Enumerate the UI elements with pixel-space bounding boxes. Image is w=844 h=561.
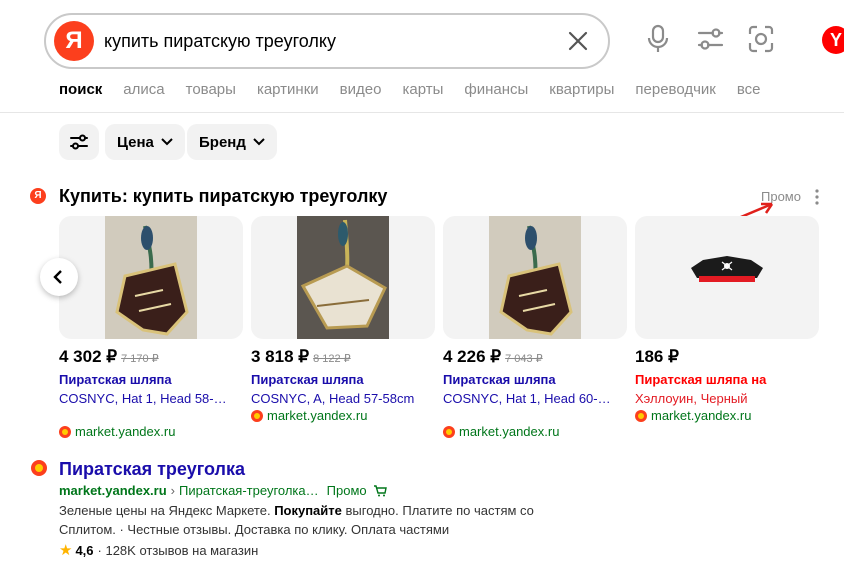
chevron-down-icon [161, 138, 173, 146]
product-image[interactable] [443, 216, 627, 339]
tab-video[interactable]: видео [340, 81, 382, 98]
close-icon[interactable] [566, 29, 590, 53]
result-path[interactable]: Пиратская-треуголка… [179, 483, 319, 498]
black-hat-photo [691, 256, 763, 282]
yandex-logo[interactable]: Я [54, 21, 94, 61]
market-icon [443, 425, 455, 438]
price: 4 302 ₽7 170 ₽ [59, 347, 159, 367]
product-image[interactable] [59, 216, 243, 339]
old-price: 8 122 ₽ [313, 353, 351, 365]
settings-sliders-icon[interactable] [696, 24, 724, 54]
product-title[interactable]: Пиратская шляпа [59, 372, 172, 387]
tab-maps[interactable]: карты [402, 81, 443, 98]
shop-rating[interactable]: ★ 4,6 · 128K отзывов на магазин [59, 541, 258, 559]
product-description[interactable]: COSNYC, Hat 1, Head 60-… [443, 390, 627, 407]
result-title-link[interactable]: Пиратская треуголка [59, 459, 245, 480]
chevron-down-icon [253, 138, 265, 146]
old-price: 7 043 ₽ [505, 353, 543, 365]
current-price: 4 302 ₽ [59, 347, 118, 366]
carousel-prev-button[interactable] [40, 258, 78, 296]
filter-sliders-icon [70, 134, 88, 150]
pirate-hat-photo [105, 216, 197, 339]
brand-filter-button[interactable]: Бренд [187, 124, 277, 160]
product-card[interactable]: 4 226 ₽7 043 ₽ Пиратская шляпа COSNYC, H… [443, 216, 627, 439]
shop-link[interactable]: market.yandex.ru [59, 424, 175, 439]
current-price: 4 226 ₽ [443, 347, 502, 366]
product-title-suffix: на [747, 372, 767, 387]
result-url: market.yandex.ru › Пиратская-треуголка… … [59, 483, 387, 498]
microphone-icon[interactable] [644, 24, 672, 54]
result-domain[interactable]: market.yandex.ru [59, 483, 167, 498]
shop-domain: market.yandex.ru [459, 424, 560, 439]
snippet-bold: Покупайте [274, 503, 342, 518]
market-icon [251, 409, 263, 422]
price-filter-label: Цена [117, 133, 154, 151]
product-title[interactable]: Пиратская шляпа [443, 372, 556, 387]
pirate-hat-photo [489, 216, 581, 339]
shop-domain: market.yandex.ru [75, 424, 176, 439]
tab-search[interactable]: поиск [59, 81, 102, 98]
cart-icon [373, 484, 387, 496]
shop-domain: market.yandex.ru [267, 408, 368, 423]
shop-link[interactable]: market.yandex.ru [251, 408, 367, 423]
result-snippet: Зеленые цены на Яндекс Маркете. Покупайт… [59, 501, 579, 539]
product-description[interactable]: COSNYC, A, Head 57-58cm [251, 390, 435, 407]
rating-score: 4,6 [75, 542, 94, 558]
tab-apartments[interactable]: квартиры [549, 81, 614, 98]
nav-divider [0, 112, 844, 113]
product-card[interactable]: 186 ₽ Пиратская шляпа на Хэллоуин, Черны… [635, 216, 819, 423]
camera-search-icon[interactable] [747, 24, 775, 54]
product-card[interactable]: 3 818 ₽8 122 ₽ Пиратская шляпа COSNYC, A… [251, 216, 435, 423]
shop-link[interactable]: market.yandex.ru [635, 408, 751, 423]
tab-all[interactable]: все [737, 81, 761, 98]
promo-title[interactable]: Купить: купить пиратскую треуголку [59, 186, 387, 207]
filters-button[interactable] [59, 124, 99, 160]
product-image[interactable] [251, 216, 435, 339]
current-price: 3 818 ₽ [251, 347, 310, 366]
promo-label: Промо [326, 483, 367, 498]
more-options-icon[interactable] [813, 188, 821, 206]
brand-filter-label: Бренд [199, 133, 246, 151]
market-icon [635, 409, 647, 422]
chevron-left-icon [53, 270, 62, 284]
promo-header: Я Купить: купить пиратскую треуголку [30, 184, 387, 208]
price: 186 ₽ [635, 347, 679, 367]
price-filter-button[interactable]: Цена [105, 124, 185, 160]
tab-images[interactable]: картинки [257, 81, 319, 98]
product-image[interactable] [635, 216, 819, 339]
yandex-badge-icon: Я [30, 188, 46, 204]
breadcrumb-separator: › [170, 483, 176, 498]
pirate-hat-photo [297, 216, 389, 339]
shop-link[interactable]: market.yandex.ru [443, 424, 559, 439]
product-title-text: Пиратская шляпа [635, 372, 748, 387]
search-input[interactable]: купить пиратскую треуголку [104, 31, 336, 52]
tab-goods[interactable]: товары [186, 81, 236, 98]
tab-translator[interactable]: переводчик [635, 81, 715, 98]
tab-finance[interactable]: финансы [464, 81, 528, 98]
rating-text: · 128K отзывов на магазин [97, 542, 259, 558]
snippet-text-1: Зеленые цены на Яндекс Маркете. [59, 503, 275, 518]
tab-alice[interactable]: алиса [123, 81, 164, 98]
product-title[interactable]: Пиратская шляпа на [635, 372, 766, 387]
product-description[interactable]: COSNYC, Hat 1, Head 58-… [59, 390, 243, 407]
product-card[interactable]: 4 302 ₽7 170 ₽ Пиратская шляпа COSNYC, H… [59, 216, 243, 439]
shop-domain: market.yandex.ru [651, 408, 752, 423]
product-description[interactable]: Хэллоуин, Черный [635, 390, 819, 407]
old-price: 7 170 ₽ [121, 353, 159, 365]
market-favicon-icon [31, 460, 47, 476]
product-title[interactable]: Пиратская шляпа [251, 372, 364, 387]
star-icon: ★ [59, 542, 73, 559]
profile-avatar[interactable]: Y [822, 26, 844, 54]
price: 4 226 ₽7 043 ₽ [443, 347, 543, 367]
price: 3 818 ₽8 122 ₽ [251, 347, 351, 367]
search-tabs: поиск алиса товары картинки видео карты … [59, 81, 782, 98]
market-icon [59, 425, 71, 438]
search-box[interactable]: Я купить пиратскую треуголку [44, 13, 610, 69]
current-price: 186 ₽ [635, 347, 679, 366]
